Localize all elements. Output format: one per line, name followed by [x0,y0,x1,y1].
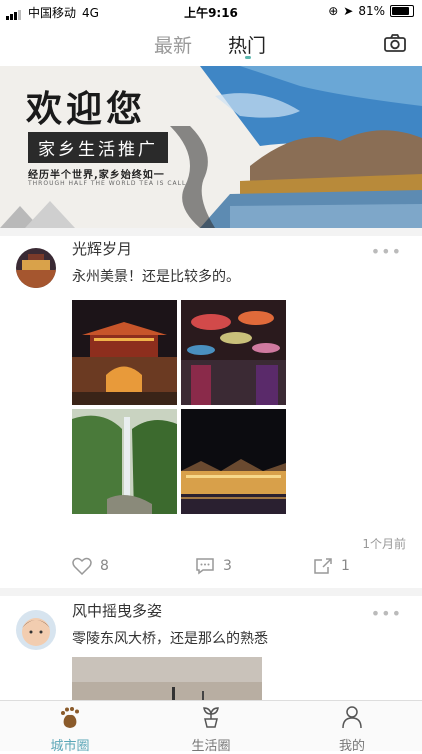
heart-icon [72,557,92,575]
tab-latest[interactable]: 最新 [154,31,192,58]
share-count: 1 [341,558,350,574]
lock-rotation-icon: ⊕ [328,4,339,18]
tab-label: 城市圈 [50,739,90,754]
banner-english: THROUGH HALF THE WORLD TEA IS CALL [28,180,187,187]
sprout-icon [203,707,219,728]
section-gap [0,228,422,236]
tab-label: 生活圈 [191,739,231,754]
tab-hot[interactable]: 热门 [228,31,266,58]
top-nav: 最新 热门 [0,22,422,67]
battery-icon [390,5,414,17]
person-icon [342,706,362,729]
like-button[interactable]: 8 [72,557,109,575]
like-count: 8 [100,558,109,574]
post-text: 永州美景！还是比较多的。 [72,269,240,285]
banner-tag: 家乡生活推广 [28,132,168,163]
comment-button[interactable]: 3 [195,557,232,575]
more-options-icon[interactable]: ••• [371,604,402,623]
location-icon: ➤ [343,4,354,18]
comment-count: 3 [223,558,232,574]
post-photo[interactable] [72,657,262,700]
post-time: 1个月前 [362,537,406,551]
share-icon [314,558,332,574]
status-right: ⊕ ➤ 81% [328,4,414,18]
post-author[interactable]: 光辉岁月 [72,238,132,259]
post-photo[interactable] [72,409,177,514]
tab-label: 我的 [338,739,365,754]
post-photo[interactable] [181,300,286,405]
camera-icon[interactable] [384,34,406,52]
post-text: 零陵东风大桥，还是那么的熟悉 [72,631,268,647]
comment-icon [196,558,214,575]
tab-city-circle[interactable]: 城市圈 [0,705,140,754]
post-photo[interactable] [181,409,286,514]
bottom-nav: 城市圈 生活圈 我的 [0,700,422,754]
tab-life-circle[interactable]: 生活圈 [141,705,281,754]
post-divider [0,588,422,596]
avatar[interactable] [16,610,56,650]
footprint-icon [61,707,79,728]
share-button[interactable]: 1 [313,557,350,575]
more-options-icon[interactable]: ••• [371,242,402,261]
avatar[interactable] [16,248,56,288]
status-bar: 中国移动 4G 上午9:16 ⊕ ➤ 81% [0,0,422,22]
post-photo[interactable] [72,300,177,405]
tab-mine[interactable]: 我的 [282,705,422,754]
promo-banner[interactable]: 欢迎您 家乡生活推广 经历半个世界,家乡始终如一 THROUGH HALF TH… [0,66,422,228]
post-author[interactable]: 风中摇曳多姿 [72,600,162,621]
battery-percent: 81% [358,4,385,18]
active-tab-indicator [245,56,251,59]
banner-title: 欢迎您 [26,88,147,130]
banner-subtitle: 经历半个世界,家乡始终如一 [28,170,165,181]
